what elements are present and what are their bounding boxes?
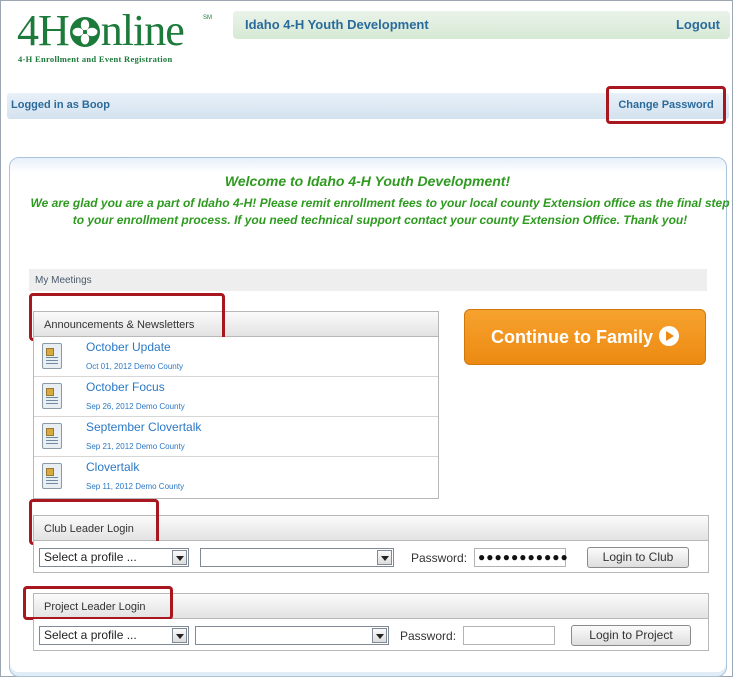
logo-word-prefix: 4H (17, 6, 70, 55)
logged-in-label: Logged in as Boop (11, 99, 110, 111)
club-password-field[interactable]: ●●●●●●●●●●● (474, 548, 568, 567)
play-circle-icon (659, 326, 679, 346)
project-password-field[interactable] (463, 626, 555, 645)
announcement-meta: Sep 21, 2012 Demo County (86, 442, 185, 451)
announcements-list: October Update Oct 01, 2012 Demo County … (33, 337, 439, 499)
project-select[interactable] (195, 626, 389, 645)
club-profile-value: Select a profile ... (44, 550, 137, 564)
continue-label: Continue to Family (491, 327, 653, 347)
welcome-message: We are glad you are a part of Idaho 4-H!… (30, 196, 730, 227)
logo-word-suffix: nline (100, 6, 185, 55)
chevron-down-icon[interactable] (172, 628, 187, 643)
club-password-label: Password: (411, 551, 468, 565)
announcement-title[interactable]: Clovertalk (86, 460, 139, 474)
announcement-title[interactable]: October Update (86, 340, 171, 354)
list-item[interactable]: October Focus Sep 26, 2012 Demo County (34, 377, 438, 417)
list-item[interactable]: Clovertalk Sep 11, 2012 Demo County (34, 457, 438, 497)
page: 4H nline SM 4-H Enrollment and Event Regi… (0, 0, 733, 677)
chevron-down-icon[interactable] (372, 628, 387, 643)
highlight-club-login (29, 499, 159, 545)
org-title: Idaho 4-H Youth Development (245, 17, 429, 32)
announcement-meta: Sep 11, 2012 Demo County (86, 482, 185, 491)
user-bar: Logged in as Boop Change Password (7, 86, 729, 124)
logo-wordmark: 4H nline (17, 6, 185, 56)
logo[interactable]: 4H nline SM 4-H Enrollment and Event Regi… (15, 7, 215, 67)
login-to-club-button[interactable]: Login to Club (587, 547, 689, 568)
highlight-project-login (23, 586, 173, 620)
announcement-meta: Sep 26, 2012 Demo County (86, 402, 185, 411)
club-select[interactable] (200, 548, 394, 567)
continue-to-family-button[interactable]: Continue to Family (464, 309, 706, 365)
panel-header-strip (10, 158, 726, 172)
project-profile-value: Select a profile ... (44, 628, 137, 642)
document-icon (42, 463, 62, 489)
project-password-label: Password: (400, 629, 457, 643)
document-icon (42, 343, 62, 369)
highlight-announcements (29, 293, 225, 341)
document-icon (42, 423, 62, 449)
announcement-title[interactable]: September Clovertalk (86, 420, 201, 434)
change-password-link[interactable]: Change Password (606, 86, 726, 124)
clover-icon (69, 12, 101, 56)
my-meetings-link[interactable]: My Meetings (29, 269, 707, 291)
welcome-title: Welcome to Idaho 4-H Youth Development! (224, 173, 511, 189)
header-bar: Idaho 4-H Youth Development Logout (233, 11, 730, 39)
logout-link[interactable]: Logout (676, 17, 720, 32)
list-item[interactable]: October Update Oct 01, 2012 Demo County (34, 337, 438, 377)
chevron-down-icon[interactable] (172, 550, 187, 565)
chevron-down-icon[interactable] (377, 550, 392, 565)
announcement-meta: Oct 01, 2012 Demo County (86, 362, 183, 371)
login-to-project-button[interactable]: Login to Project (571, 625, 691, 646)
project-login-row: Select a profile ... Password: Login to … (33, 619, 709, 651)
list-item[interactable]: September Clovertalk Sep 21, 2012 Demo C… (34, 417, 438, 457)
club-login-row: Select a profile ... Password: ●●●●●●●●●… (33, 541, 709, 573)
service-mark: SM (203, 15, 212, 21)
project-profile-select[interactable]: Select a profile ... (39, 626, 189, 645)
document-icon (42, 383, 62, 409)
club-profile-select[interactable]: Select a profile ... (39, 548, 189, 567)
announcement-title[interactable]: October Focus (86, 380, 165, 394)
logo-tagline: 4-H Enrollment and Event Registration (18, 54, 173, 64)
